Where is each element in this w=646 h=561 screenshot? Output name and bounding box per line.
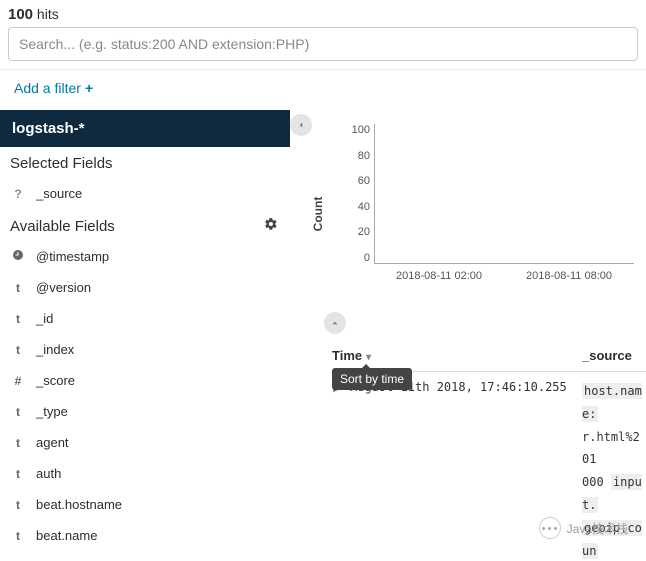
text-type-icon: t: [10, 312, 26, 326]
column-time-label: Time: [332, 348, 362, 363]
column-header-source[interactable]: _source: [582, 348, 646, 363]
field-name: _type: [36, 404, 68, 419]
text-type-icon: t: [10, 436, 26, 450]
table-row: ▸ August 11th 2018, 17:46:10.255 host.na…: [332, 371, 646, 561]
cell-source: host.name: r.html%201 000 input. geoip.c…: [582, 380, 646, 561]
scroll-top-button[interactable]: [324, 312, 646, 334]
field-name: @version: [36, 280, 91, 295]
field-name: _index: [36, 342, 74, 357]
field-name: _score: [36, 373, 75, 388]
hits-label: hits: [37, 6, 59, 22]
chart-plot-area[interactable]: [374, 124, 634, 264]
add-filter-label: Add a filter: [14, 80, 81, 96]
field-item[interactable]: t _index: [0, 334, 290, 365]
chart-yticks: 100806040200: [346, 124, 370, 264]
field-item[interactable]: t beat.hostname: [0, 489, 290, 520]
selected-fields-header: Selected Fields: [0, 147, 290, 178]
available-fields-header: Available Fields: [0, 209, 290, 241]
field-item[interactable]: # _score: [0, 365, 290, 396]
main-content: Count 100806040200 2018-08-11 02:002018-…: [290, 110, 646, 561]
fields-sidebar: logstash-* Selected Fields ? _source Avai…: [0, 110, 290, 561]
index-pattern-header[interactable]: logstash-*: [0, 110, 290, 147]
field-name: @timestamp: [36, 249, 109, 264]
field-item[interactable]: t _id: [0, 303, 290, 334]
documents-table: Time ▾ Sort by time _source ▸ August 11th…: [332, 342, 646, 561]
text-type-icon: t: [10, 529, 26, 543]
field-item[interactable]: @timestamp: [0, 241, 290, 272]
plus-icon: +: [85, 80, 93, 96]
field-name: _id: [36, 311, 53, 326]
clock-icon: [10, 249, 26, 264]
field-name: beat.name: [36, 528, 97, 543]
text-type-icon: t: [10, 498, 26, 512]
field-item[interactable]: tauth: [0, 458, 290, 489]
column-header-time[interactable]: Time▾ Sort by time: [332, 348, 582, 363]
text-type-icon: t: [10, 405, 26, 419]
hits-count: 100: [8, 6, 33, 23]
available-fields-label: Available Fields: [10, 218, 115, 235]
number-type-icon: #: [10, 374, 26, 388]
collapse-sidebar-button[interactable]: [290, 114, 312, 136]
add-filter-button[interactable]: Add a filter+: [0, 69, 646, 110]
sort-tooltip: Sort by time: [332, 368, 412, 390]
text-type-icon: t: [10, 281, 26, 295]
field-name: auth: [36, 466, 61, 481]
chart-xticks: 2018-08-11 02:002018-08-11 08:00: [374, 270, 634, 282]
search-input[interactable]: [8, 27, 638, 61]
hits-summary: 100 hits: [0, 0, 646, 27]
field-item[interactable]: tagent: [0, 427, 290, 458]
unknown-type-icon: ?: [10, 187, 26, 201]
gear-icon[interactable]: [264, 217, 278, 235]
field-item[interactable]: t @version: [0, 272, 290, 303]
table-header: Time▾ Sort by time _source: [332, 342, 646, 371]
field-name: agent: [36, 435, 69, 450]
field-name: beat.hostname: [36, 497, 122, 512]
text-type-icon: t: [10, 343, 26, 357]
chart-ylabel: Count: [311, 197, 325, 232]
field-name: _source: [36, 186, 82, 201]
field-item[interactable]: t _type: [0, 396, 290, 427]
sort-caret-icon: ▾: [366, 352, 371, 363]
selected-fields-label: Selected Fields: [10, 155, 113, 172]
field-item[interactable]: t beat.name: [0, 520, 290, 551]
text-type-icon: t: [10, 467, 26, 481]
field-item[interactable]: ? _source: [0, 178, 290, 209]
histogram-chart: Count 100806040200 2018-08-11 02:002018-…: [324, 124, 634, 304]
search-bar: [0, 27, 646, 69]
